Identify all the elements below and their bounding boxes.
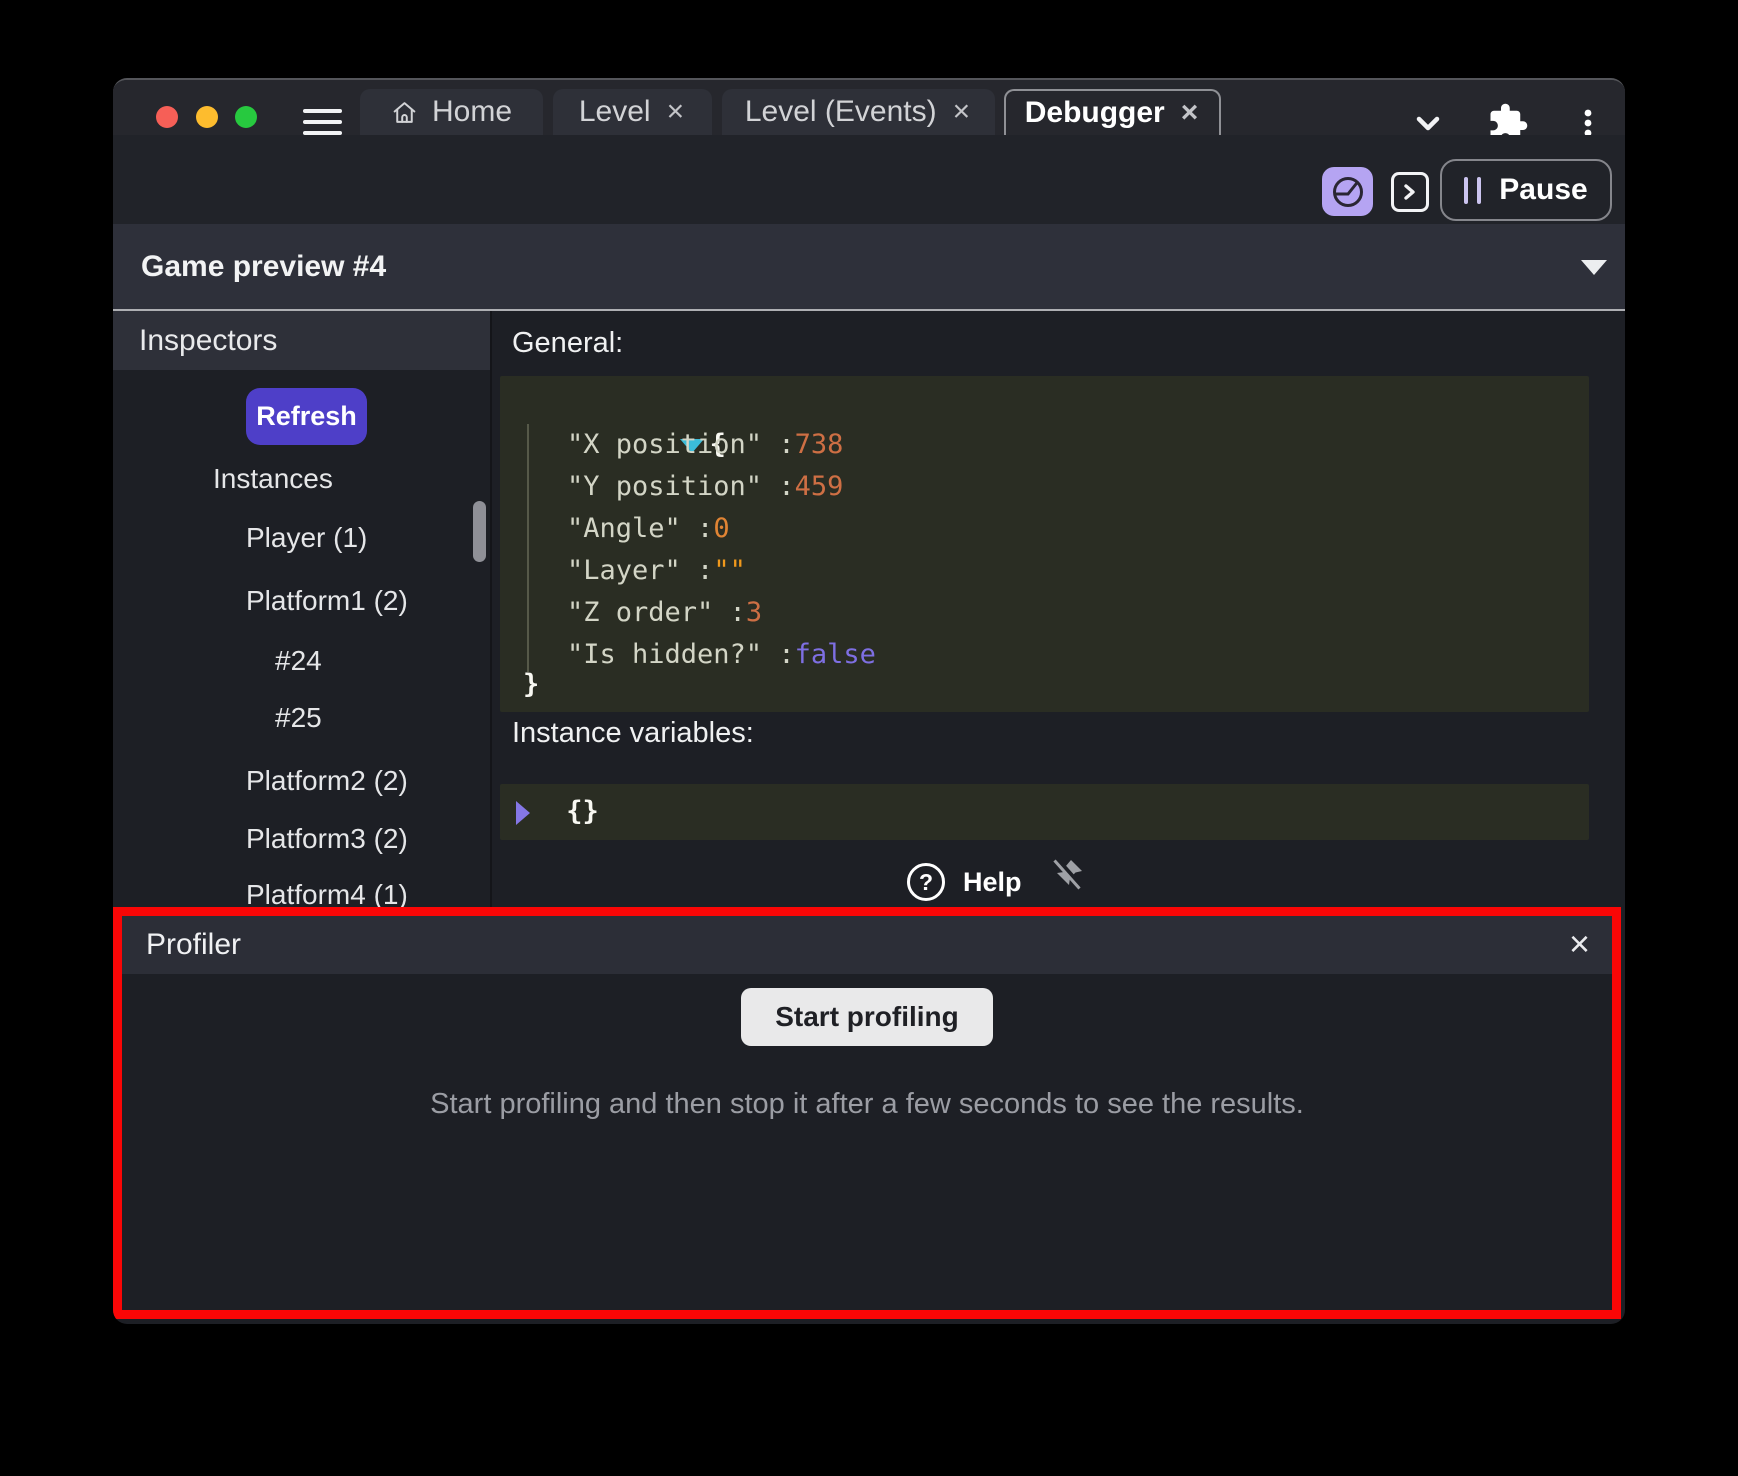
start-profiling-button[interactable]: Start profiling xyxy=(741,988,993,1046)
sidebar-scrollbar-thumb[interactable] xyxy=(473,501,486,562)
tab-label: Home xyxy=(432,95,512,129)
help-label: Help xyxy=(963,867,1022,898)
tab-close-icon[interactable]: × xyxy=(1179,98,1201,128)
tab-level[interactable]: Level × xyxy=(553,89,712,135)
debugger-content: Inspectors Refresh Instances Player (1) … xyxy=(113,311,1625,907)
empty-object: {} xyxy=(566,796,599,827)
close-icon[interactable]: × xyxy=(1569,922,1590,966)
tab-close-icon[interactable]: × xyxy=(665,97,687,127)
profiler-header: Profiler × xyxy=(122,916,1612,974)
pin-off-icon[interactable] xyxy=(1050,856,1086,892)
help-icon: ? xyxy=(907,863,945,901)
profiler-body: Start profiling Start profiling and then… xyxy=(122,974,1612,1310)
tab-label: Level (Events) xyxy=(745,95,937,129)
game-preview-header: Game preview #4 xyxy=(113,224,1625,309)
expand-toggle-icon[interactable] xyxy=(516,801,530,825)
dropdown-caret-icon[interactable] xyxy=(1581,260,1607,275)
tree-item-instance-25[interactable]: #25 xyxy=(275,702,322,734)
json-value: "" xyxy=(713,555,746,586)
profiler-panel: Profiler × Start profiling Start profili… xyxy=(113,907,1621,1319)
profiler-gauge-icon[interactable] xyxy=(1322,167,1373,216)
help-button[interactable]: ? Help xyxy=(907,862,1022,902)
tree-item-instance-24[interactable]: #24 xyxy=(275,645,322,677)
tab-debugger-active[interactable]: Debugger × xyxy=(1004,89,1221,135)
json-key: "Y position" : xyxy=(567,471,795,502)
tree-item-instances[interactable]: Instances xyxy=(213,463,333,495)
json-value: 459 xyxy=(795,471,844,502)
inspectors-header: Inspectors xyxy=(113,311,490,370)
json-value: 0 xyxy=(713,513,729,544)
titlebar: Home Level × Level (Events) × Debugger × xyxy=(113,80,1625,135)
inspectors-title: Inspectors xyxy=(139,324,277,358)
traffic-light-maximize-button[interactable] xyxy=(235,106,257,128)
json-value: 738 xyxy=(795,429,844,460)
tab-label: Level xyxy=(579,95,651,129)
instance-variables-heading: Instance variables: xyxy=(512,717,754,750)
tree-item-platform3[interactable]: Platform3 (2) xyxy=(246,823,408,855)
instance-variables-json-view: {} xyxy=(500,784,1589,840)
general-heading: General: xyxy=(512,327,623,360)
tab-label: Debugger xyxy=(1025,96,1165,130)
debugger-toolbar: Pause xyxy=(113,135,1625,224)
profiler-hint-text: Start profiling and then stop it after a… xyxy=(430,1088,1304,1121)
instance-inspector-panel: General: { "X position" :738 "Y position… xyxy=(492,311,1625,907)
close-brace: } xyxy=(523,669,539,700)
hamburger-menu-icon[interactable] xyxy=(303,109,342,135)
game-preview-title: Game preview #4 xyxy=(141,224,386,309)
json-key: "Angle" : xyxy=(567,513,713,544)
tab-home[interactable]: Home xyxy=(360,89,543,135)
inspectors-sidebar: Inspectors Refresh Instances Player (1) … xyxy=(113,311,490,907)
home-icon xyxy=(391,99,418,126)
tree-item-platform1[interactable]: Platform1 (2) xyxy=(246,585,408,617)
json-value: 3 xyxy=(746,597,762,628)
tree-item-platform2[interactable]: Platform2 (2) xyxy=(246,765,408,797)
tree-item-player[interactable]: Player (1) xyxy=(246,522,367,554)
general-json-view: { "X position" :738 "Y position" :459 "A… xyxy=(500,376,1589,712)
tab-level-events[interactable]: Level (Events) × xyxy=(722,89,995,135)
pause-label: Pause xyxy=(1499,173,1587,207)
tab-close-icon[interactable]: × xyxy=(951,97,973,127)
json-key: "Layer" : xyxy=(567,555,713,586)
traffic-light-minimize-button[interactable] xyxy=(196,106,218,128)
pause-button[interactable]: Pause xyxy=(1440,159,1612,221)
json-key: "Z order" : xyxy=(567,597,746,628)
refresh-button[interactable]: Refresh xyxy=(246,388,367,445)
question-mark: ? xyxy=(919,869,933,896)
pause-icon xyxy=(1464,177,1481,204)
profiler-title: Profiler xyxy=(146,928,241,962)
traffic-light-close-button[interactable] xyxy=(156,106,178,128)
app-window: Home Level × Level (Events) × Debugger × xyxy=(113,78,1625,1324)
json-key: "X position" : xyxy=(567,429,795,460)
console-icon[interactable] xyxy=(1391,172,1429,212)
